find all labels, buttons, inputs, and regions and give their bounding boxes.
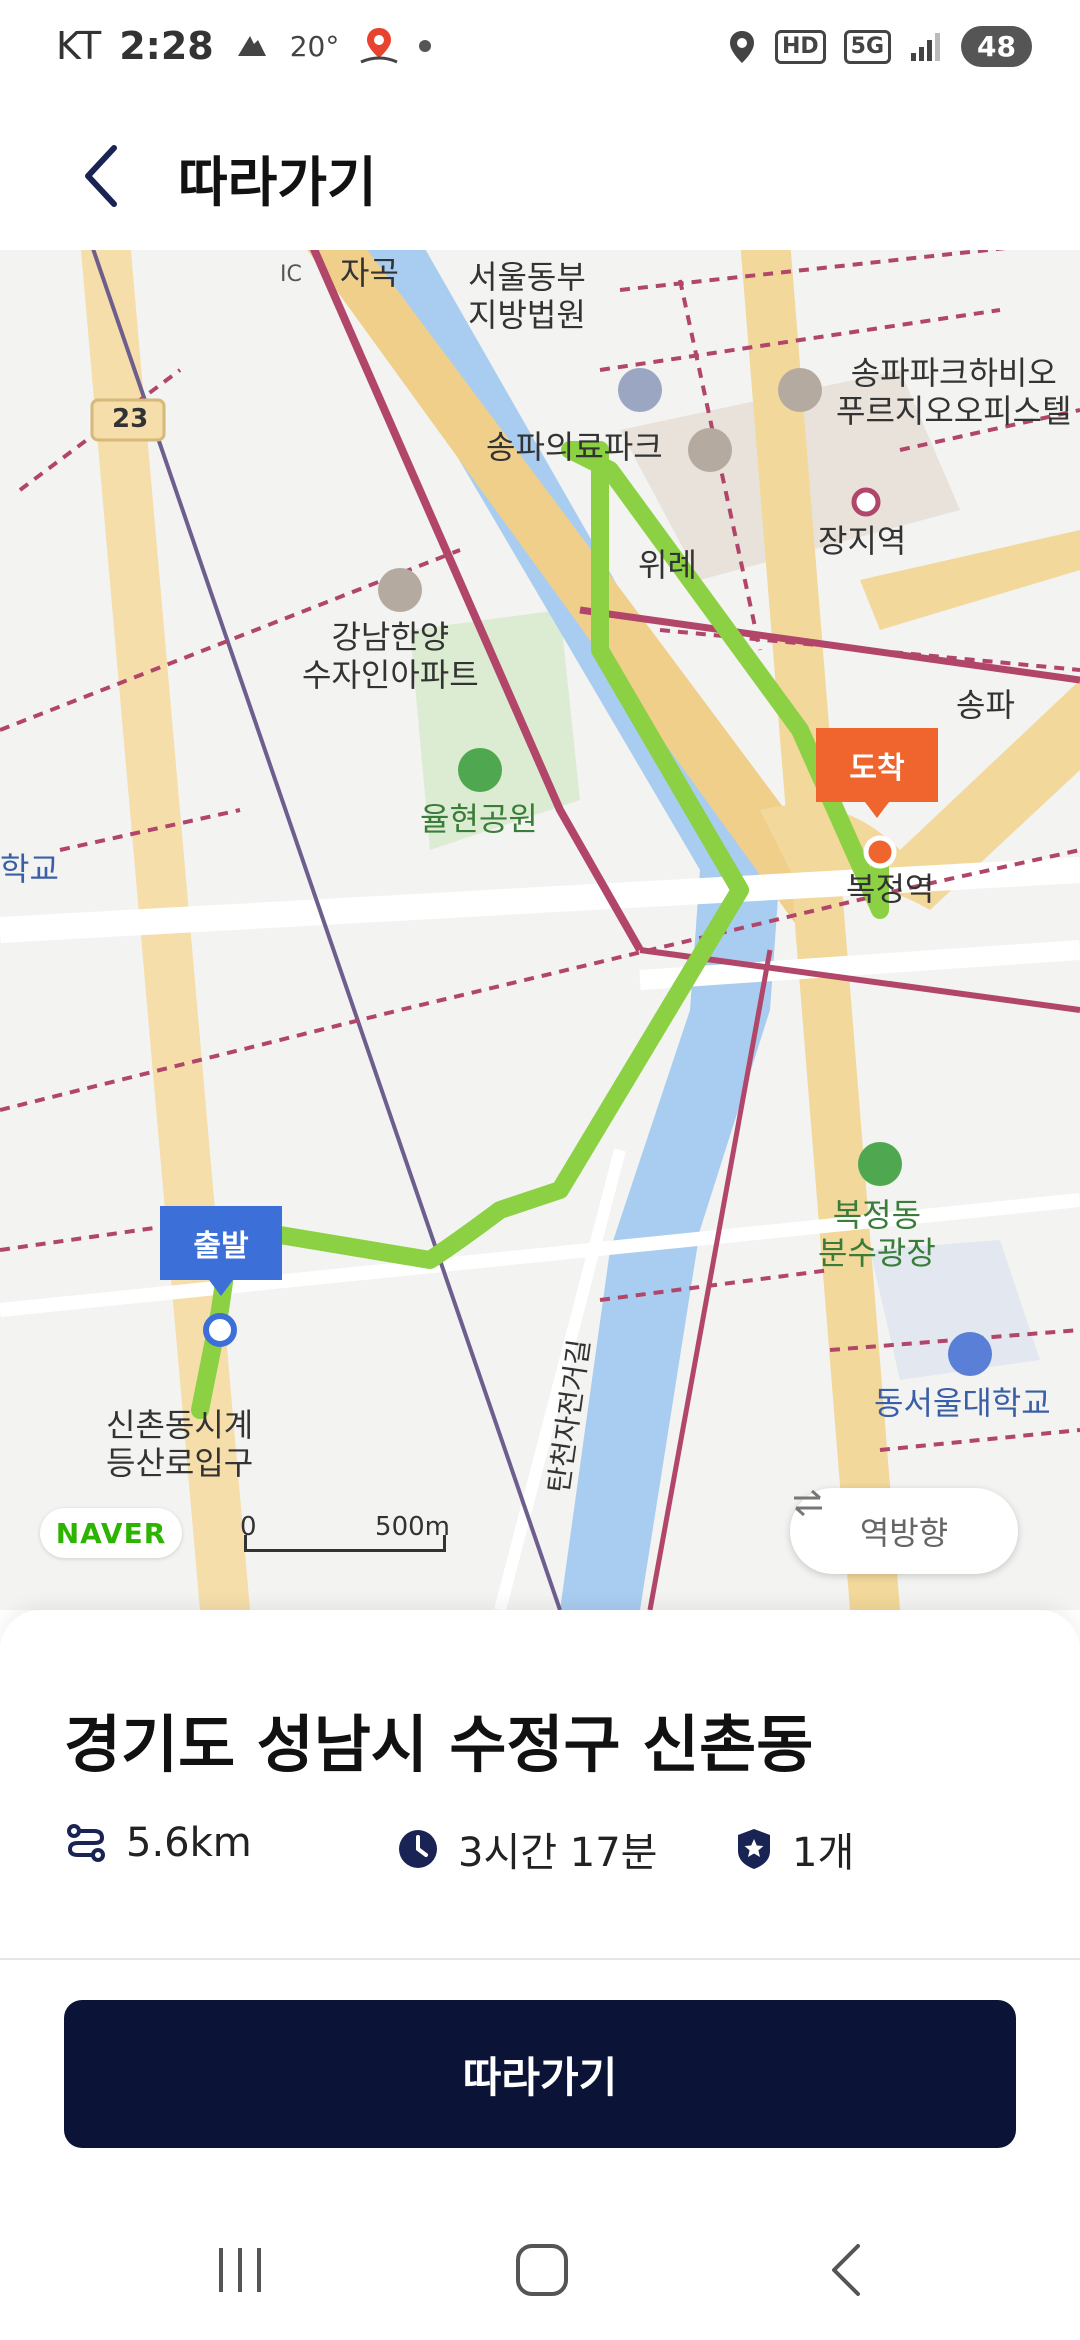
swap-arrows-icon	[794, 1489, 822, 1517]
location-icon	[729, 30, 754, 63]
badge-stat: 1개	[734, 1820, 854, 1878]
map-label-trailhead: 신촌동시계 등산로입구	[106, 1406, 254, 1482]
star-badge-icon	[738, 1829, 770, 1869]
map-label-wirye: 위례	[638, 546, 697, 584]
route-stats: 5.6km 3시간 17분 1개	[64, 1820, 1024, 1880]
network-5g-icon: 5G	[843, 29, 892, 64]
status-right: HD 5G 48	[727, 26, 1032, 67]
map-label-songpa-hive: 송파파크하비오 푸르지오오피스텔	[836, 354, 1072, 430]
divider	[0, 1958, 1080, 1960]
back-button[interactable]	[60, 136, 140, 216]
home-button[interactable]	[482, 2230, 602, 2310]
duration-stat: 3시간 17분	[396, 1820, 657, 1878]
home-icon	[516, 2244, 568, 2296]
duration-value: 3시간 17분	[458, 1830, 658, 1876]
route-distance-icon	[67, 1824, 105, 1862]
map-label-yulhyeon-park: 율현공원	[420, 800, 538, 838]
map-label-songpa-park: 송파의료파크	[486, 428, 663, 466]
distance-value: 5.6km	[126, 1820, 252, 1866]
badge-count-value: 1개	[792, 1830, 855, 1876]
map-label-east-seoul-univ: 동서울대학교	[874, 1384, 1051, 1422]
map-label-bokjeong-fountain: 복정동 분수광장	[818, 1196, 936, 1272]
map-label-gangnam-hanyang: 강남한양 수자인아파트	[302, 618, 479, 694]
clock: 2:28	[119, 24, 214, 68]
reverse-direction-label: 역방향	[859, 1514, 949, 1552]
chevron-left-icon	[85, 145, 117, 207]
page-title: 따라가기	[178, 151, 377, 214]
weather-icon	[237, 36, 266, 56]
app-header: 따라가기	[0, 100, 1080, 250]
notification-dot	[419, 40, 432, 52]
back-nav-button[interactable]	[786, 2230, 906, 2310]
follow-button[interactable]: 따라가기	[64, 2000, 1016, 2148]
map-label-jangji-station: 장지역	[818, 522, 907, 560]
scale-bar	[244, 1535, 446, 1552]
map-label-bokjeong-station: 복정역	[846, 870, 935, 908]
route-map[interactable]: 자곡 IC 서울동부 지방법원 송파파크하비오 푸르지오오피스텔 송파의료파크 …	[0, 250, 1080, 1610]
naver-logo: NAVER	[40, 1508, 182, 1558]
map-label-court: 서울동부 지방법원	[468, 258, 586, 334]
carrier: KT	[56, 24, 102, 68]
back-icon	[832, 2244, 860, 2296]
hd-icon: HD	[774, 29, 826, 64]
map-label-songpa-ic: 송파	[956, 686, 1015, 724]
map-label-road-23: 23	[112, 404, 149, 434]
location-title: 경기도 성남시 수정구 신촌동	[64, 1708, 814, 1781]
map-label-school: 학교	[0, 850, 59, 888]
signal-icon	[911, 32, 941, 61]
map-pin-notification-icon	[360, 28, 398, 64]
map-label-ic: IC	[280, 262, 302, 287]
temperature: 20°	[289, 29, 340, 63]
status-bar: KT 2:28 20° HD 5G 48	[0, 0, 1080, 100]
clock-icon	[399, 1830, 437, 1868]
start-marker[interactable]: 출발	[160, 1206, 282, 1296]
battery-indicator: 48	[961, 26, 1032, 67]
reverse-direction-button[interactable]: 역방향	[790, 1488, 1018, 1574]
map-scale: 0 500m	[240, 1512, 450, 1552]
end-marker[interactable]: 도착	[816, 728, 938, 818]
system-nav-bar	[0, 2200, 1080, 2340]
recent-apps-button[interactable]	[180, 2230, 300, 2310]
recent-apps-icon	[219, 2248, 261, 2292]
distance-stat: 5.6km	[64, 1820, 252, 1866]
status-left: KT 2:28 20°	[56, 24, 432, 68]
map-label-jagok: 자곡	[340, 254, 399, 292]
